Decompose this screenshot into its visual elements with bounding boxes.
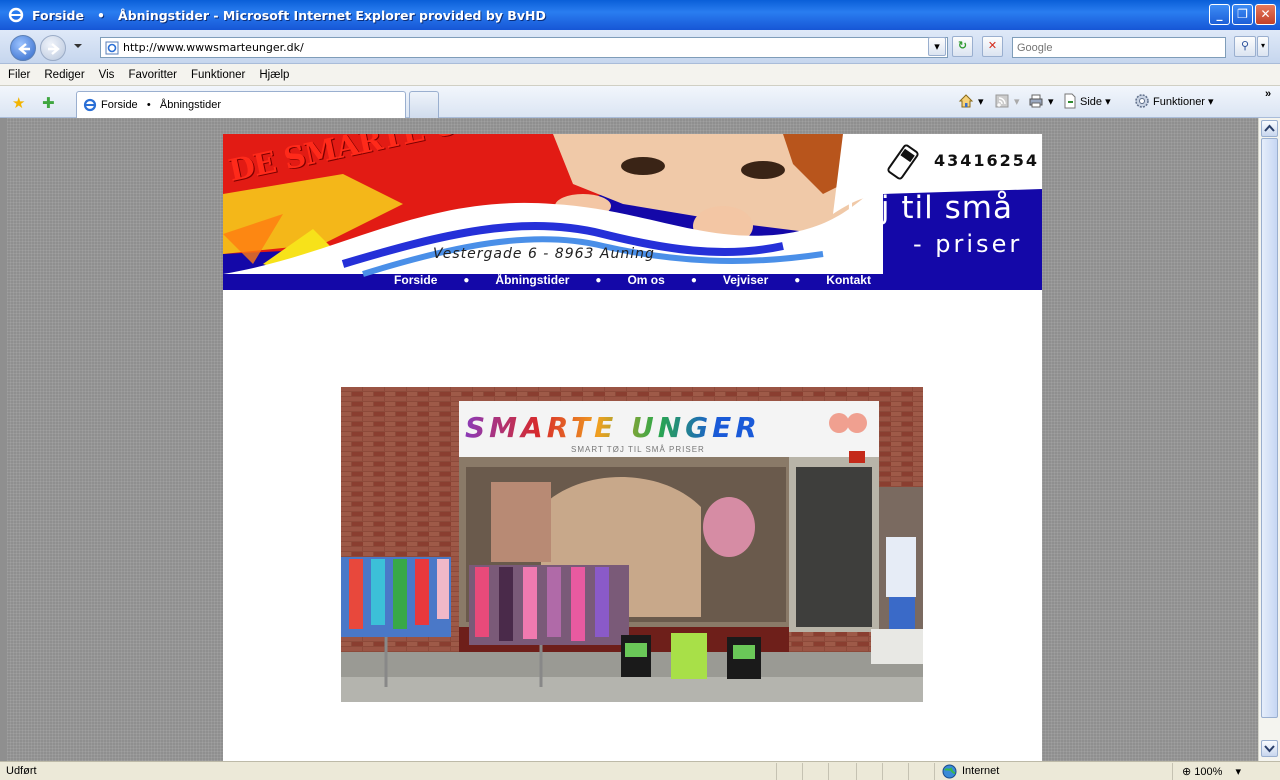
close-window-button[interactable]: ✕ (1255, 4, 1276, 25)
nav-bullet: ● (794, 274, 801, 286)
add-favorite-icon[interactable]: ✚ (42, 94, 55, 112)
chevron-more-icon[interactable]: » (1265, 88, 1271, 100)
home-icon[interactable] (958, 93, 974, 109)
zoom-control[interactable]: ⊕ 100% ▾ (1182, 765, 1241, 778)
ie-page-icon (105, 41, 119, 55)
side-menu[interactable]: Side ▾ (1080, 95, 1111, 108)
stop-button[interactable]: ✕ (982, 36, 1003, 57)
zoom-level: 100% (1194, 766, 1223, 778)
status-bar: Udført Internet ⊕ 100% ▾ (0, 761, 1280, 780)
feeds-icon[interactable] (994, 93, 1010, 109)
status-divider (776, 763, 777, 780)
nav-abningstider[interactable]: Åbningstider (495, 273, 569, 287)
window-left-frame (0, 118, 7, 761)
tab-label: Forside • Åbningstider (101, 99, 222, 111)
funktioner-label: Funktioner (1153, 96, 1205, 108)
forward-button[interactable] (40, 35, 66, 61)
security-zone: Internet (962, 765, 1000, 777)
site-nav: Forside ● Åbningstider ● Om os ● Vejvise… (223, 270, 1042, 290)
ie-tab-icon (83, 98, 97, 112)
feeds-dropdown-icon[interactable]: ▾ (1014, 95, 1020, 108)
globe-icon (942, 764, 957, 779)
page-viewport: DE SMARTE UNGER 43416254 Tøj til små - p… (7, 118, 1258, 761)
menu-vis[interactable]: Vis (99, 69, 115, 81)
forward-arrow-icon (48, 43, 60, 55)
scroll-up-button[interactable] (1261, 120, 1278, 137)
phone-number: 43416254 (934, 151, 1040, 170)
page-icon[interactable] (1062, 93, 1078, 109)
favorites-star-icon[interactable]: ★ (12, 94, 25, 112)
status-divider (802, 763, 803, 780)
window-title: Forside • Åbningstider - Microsoft Inter… (32, 7, 546, 23)
zoom-dropdown-icon: ▾ (1235, 766, 1242, 778)
print-icon[interactable] (1028, 93, 1044, 109)
home-dropdown-icon[interactable]: ▾ (978, 95, 984, 108)
url-text: http://www.wwwsmarteunger.dk/ (123, 41, 304, 54)
chevron-down-icon (1264, 745, 1275, 753)
status-divider (1172, 763, 1173, 780)
scroll-down-button[interactable] (1261, 740, 1278, 757)
status-divider (934, 763, 935, 780)
web-page: DE SMARTE UNGER 43416254 Tøj til små - p… (223, 134, 1042, 761)
side-label: Side (1080, 96, 1103, 108)
vertical-scrollbar[interactable] (1258, 118, 1280, 761)
ie-logo-icon (8, 7, 24, 23)
nav-forside[interactable]: Forside (394, 273, 437, 287)
window-title-bar[interactable]: Forside • Åbningstider - Microsoft Inter… (0, 0, 1280, 30)
status-divider (882, 763, 883, 780)
slogan-line2: - priser (913, 230, 1023, 258)
refresh-button[interactable]: ↻ (952, 36, 973, 57)
nav-bullet: ● (690, 274, 697, 286)
menu-funktioner[interactable]: Funktioner (191, 69, 245, 81)
nav-kontakt[interactable]: Kontakt (826, 273, 871, 287)
shop-address: Vestergade 6 - 8963 Auning (433, 246, 655, 262)
status-text: Udført (6, 765, 37, 777)
back-arrow-icon (18, 43, 30, 55)
menu-filer[interactable]: Filer (8, 69, 30, 81)
funktioner-menu[interactable]: Funktioner ▾ (1153, 95, 1214, 108)
search-button[interactable]: ⚲ (1234, 36, 1256, 57)
status-divider (828, 763, 829, 780)
tab-forside[interactable]: Forside • Åbningstider (76, 91, 406, 118)
nav-bullet: ● (595, 274, 602, 286)
shop-sign-subtext: SMART TØJ TIL SMÅ PRISER (571, 445, 705, 454)
url-field[interactable]: http://www.wwwsmarteunger.dk/ (100, 37, 948, 58)
address-toolbar: http://www.wwwsmarteunger.dk/ ▾ ↻ ✕ ⚲ ▾ (0, 30, 1280, 64)
nav-bullet: ● (463, 274, 470, 286)
back-button[interactable] (10, 35, 36, 61)
shop-sign-text: SMARTE UNGER (465, 411, 761, 444)
slogan-line1: Tøj til små (841, 190, 1013, 226)
nav-om-os[interactable]: Om os (627, 273, 664, 287)
menu-bar: Filer Rediger Vis Favoritter Funktioner … (0, 64, 1280, 86)
zoom-icon: ⊕ (1182, 766, 1192, 778)
nav-vejviser[interactable]: Vejviser (723, 273, 768, 287)
restore-button[interactable]: ❐ (1232, 4, 1253, 25)
tab-bar: ★ ✚ Forside • Åbningstider ▾ ▾ ▾ Side ▾ … (0, 86, 1280, 118)
chevron-up-icon (1264, 124, 1275, 132)
print-dropdown-icon[interactable]: ▾ (1048, 95, 1054, 108)
shop-front-photo: SMARTE UNGER SMART TØJ TIL SMÅ PRISER (341, 387, 923, 702)
history-dropdown-icon[interactable] (74, 44, 82, 48)
status-divider (856, 763, 857, 780)
menu-hjaelp[interactable]: Hjælp (259, 69, 289, 81)
new-tab-button[interactable] (409, 91, 439, 118)
tools-gear-icon[interactable] (1134, 93, 1150, 109)
header-banner: DE SMARTE UNGER 43416254 Tøj til små - p… (223, 134, 1042, 290)
search-field[interactable] (1012, 37, 1226, 58)
menu-rediger[interactable]: Rediger (44, 69, 84, 81)
status-divider (908, 763, 909, 780)
search-options-button[interactable]: ▾ (1257, 36, 1269, 57)
url-dropdown-button[interactable]: ▾ (928, 37, 946, 56)
scroll-thumb[interactable] (1261, 138, 1278, 718)
shop-sign-label: SMARTE UNGER (465, 411, 761, 444)
search-input[interactable] (1013, 38, 1213, 57)
menu-favoritter[interactable]: Favoritter (128, 69, 177, 81)
minimize-button[interactable]: _ (1209, 4, 1230, 25)
